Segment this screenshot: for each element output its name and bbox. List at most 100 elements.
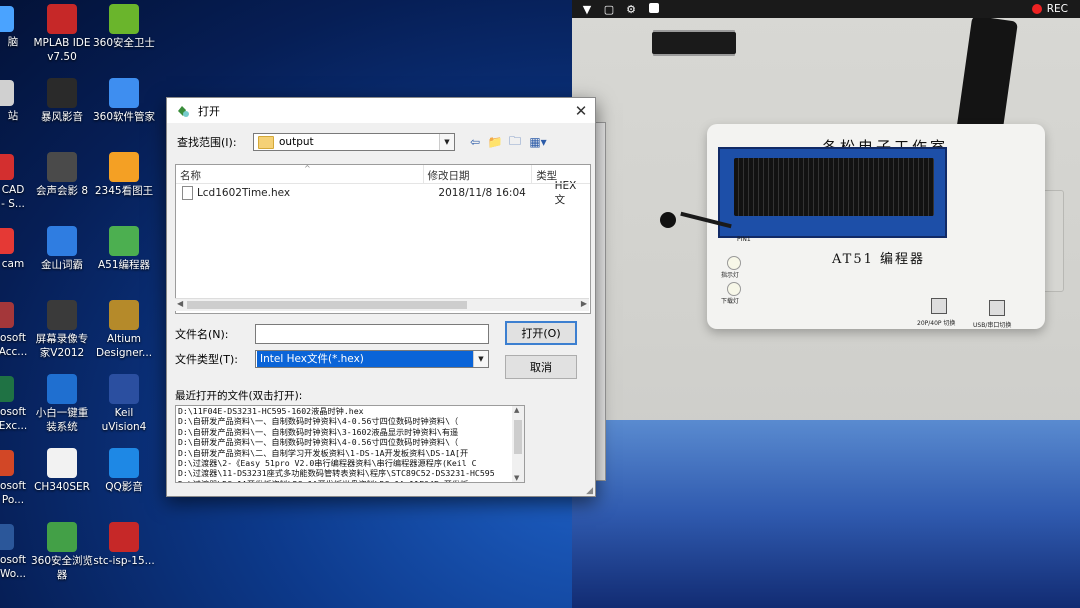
app-icon xyxy=(0,524,14,550)
scroll-down-icon[interactable]: ▼ xyxy=(514,474,519,482)
serial-connector xyxy=(1042,190,1064,292)
desktop-icon[interactable]: 360安全卫士 xyxy=(83,4,165,50)
recent-file-item[interactable]: D:\自研发产品资料\一、自制数码时钟资料\4-0.56寸四位数码时钟资料\（ xyxy=(176,416,524,426)
scroll-thumb[interactable] xyxy=(187,301,467,309)
record-button[interactable] xyxy=(646,2,662,16)
app-icon xyxy=(47,374,77,404)
rec-label: REC xyxy=(1046,3,1068,15)
zif-lever-knob xyxy=(660,212,676,228)
desktop-icon-label: CAD - S... xyxy=(1,184,25,210)
filename-input[interactable] xyxy=(255,324,489,344)
desktop-icon[interactable]: osoft Wo... xyxy=(0,524,28,581)
folder-icon xyxy=(258,135,274,149)
dropdown-icon[interactable]: ▼ xyxy=(580,3,594,16)
desktop-icon[interactable]: osoft Po... xyxy=(0,450,28,507)
app-icon xyxy=(47,4,77,34)
desktop-icon-label: 360软件管家 xyxy=(92,111,156,123)
desktop-icon[interactable]: 2345看图王 xyxy=(83,152,165,198)
rec-dot-icon xyxy=(1031,4,1042,14)
up-folder-icon[interactable]: 📁 xyxy=(485,134,505,150)
desktop-icon[interactable]: osoft Exc... xyxy=(0,376,28,433)
gear-icon[interactable]: ⚙ xyxy=(624,3,638,16)
chevron-down-icon: ▼ xyxy=(439,134,454,150)
desktop-wallpaper-reflection xyxy=(572,420,1080,608)
desktop-icon[interactable]: 脑 xyxy=(0,6,28,49)
camera-view: 冬松电子工作室 PIN1 指示灯 下载灯 AT51 编程器 20P/40P 切换… xyxy=(572,0,1080,608)
app-icon xyxy=(0,450,14,476)
recent-file-item[interactable]: D:\过渡器\11-DS3231座式多功能数码管转表资料\程序\STC89C52… xyxy=(176,468,524,478)
sort-caret-icon: ^ xyxy=(304,164,311,173)
desktop-icon[interactable]: 360软件管家 xyxy=(83,78,165,124)
desktop-icon[interactable]: stc-isp-15... xyxy=(83,522,165,568)
desktop-icon[interactable]: QQ影音 xyxy=(83,448,165,494)
desktop-icon-label: Altium Designer... xyxy=(95,333,153,359)
window-icon[interactable]: ▢ xyxy=(602,3,616,16)
desktop-icon[interactable]: CAD - S... xyxy=(0,154,28,211)
recent-file-item[interactable]: D:\过渡器\DS-1A开发板资料\DS-1A开发板光盘资料\DS-1A 11F… xyxy=(176,479,524,482)
back-icon[interactable]: ⇦ xyxy=(465,134,485,150)
app-icon xyxy=(109,78,139,108)
recent-files-list[interactable]: D:\11F04E-DS3231-HC595-1602液晶时钟.hex D:\自研… xyxy=(175,405,525,483)
file-rows: Lcd1602Time.hex 2018/11/8 16:04 HEX 文 xyxy=(176,180,590,206)
desktop-icon-label: osoft Wo... xyxy=(0,554,27,580)
desktop-icon-label: A51编程器 xyxy=(97,259,151,271)
recent-file-item[interactable]: D:\过渡器\2-《Easy 51pro V2.0串行编程器资料\串行编程器源程… xyxy=(176,458,524,468)
scroll-thumb[interactable] xyxy=(514,420,522,454)
new-folder-icon[interactable]: 🗀 xyxy=(505,134,525,150)
mode-switch-label: 20P/40P 切换 xyxy=(917,320,956,327)
desktop-icon[interactable]: 站 xyxy=(0,80,28,123)
recent-file-item[interactable]: D:\自研发产品资料\二、自制学习开发板资料\1-DS-1A开发板资料\DS-1… xyxy=(176,448,524,458)
app-icon xyxy=(47,448,77,478)
recent-vertical-scrollbar[interactable]: ▲ ▼ xyxy=(512,406,524,482)
scroll-right-icon[interactable]: ▶ xyxy=(581,299,587,308)
desktop-icon[interactable]: cam xyxy=(0,228,28,271)
scroll-left-icon[interactable]: ◀ xyxy=(177,299,183,308)
desktop-icon[interactable]: A51编程器 xyxy=(83,226,165,272)
recent-file-item[interactable]: D:\11F04E-DS3231-HC595-1602液晶时钟.hex xyxy=(176,406,524,416)
app-icon xyxy=(109,4,139,34)
open-button[interactable]: 打开(O) xyxy=(505,321,577,345)
resize-grip-icon[interactable]: ◢ xyxy=(586,486,593,496)
file-list[interactable]: 名称 修改日期 类型 ^ Lcd1602Time.hex 2018/11/8 16… xyxy=(175,164,591,314)
horizontal-scrollbar[interactable]: ◀ ▶ xyxy=(175,298,589,311)
desktop-icon[interactable]: Keil uVision4 xyxy=(83,374,165,434)
app-icon xyxy=(109,522,139,552)
recent-file-item[interactable]: D:\自研发产品资料\一、自制数码时钟资料\3-1602液晶显示时钟资料\有遥 xyxy=(176,427,524,437)
dialog-titlebar[interactable]: 打开 ✕ xyxy=(167,98,595,123)
recent-file-item[interactable]: D:\自研发产品资料\一、自制数码时钟资料\4-0.56寸四位数码时钟资料\（ xyxy=(176,437,524,447)
app-icon xyxy=(0,302,14,328)
recent-label: 最近打开的文件(双击打开): xyxy=(175,390,303,402)
scroll-up-icon[interactable]: ▲ xyxy=(514,406,519,414)
close-icon[interactable]: ✕ xyxy=(567,102,595,120)
desktop-icon-label: 360安全卫士 xyxy=(92,37,156,49)
view-menu-icon[interactable]: ▦▾ xyxy=(525,134,551,150)
desktop-icon-label: osoft Po... xyxy=(0,480,26,506)
app-icon xyxy=(0,376,14,402)
column-type[interactable]: 类型 xyxy=(532,165,590,183)
desktop-icon[interactable]: osoft Acc... xyxy=(0,302,28,359)
chevron-down-icon: ▼ xyxy=(473,351,488,367)
zif-socket xyxy=(734,158,934,216)
desktop-icon-label: 脑 xyxy=(7,36,19,48)
filetype-combo[interactable]: Intel Hex文件(*.hex) ▼ xyxy=(255,350,489,368)
desktop-icon[interactable]: Altium Designer... xyxy=(83,300,165,360)
app-icon xyxy=(0,6,14,32)
indicator-led xyxy=(727,256,741,270)
dialog-title: 打开 xyxy=(198,104,220,118)
port-switch xyxy=(989,300,1005,316)
file-list-header: 名称 修改日期 类型 ^ xyxy=(176,165,590,184)
app-icon xyxy=(0,154,14,180)
cancel-button[interactable]: 取消 xyxy=(505,355,577,379)
app-icon xyxy=(47,522,77,552)
lookin-combo[interactable]: output ▼ xyxy=(253,133,455,151)
usb-cable xyxy=(956,15,1018,139)
filetype-label: 文件类型(T): xyxy=(175,353,239,366)
rec-indicator[interactable]: REC xyxy=(1031,3,1068,15)
file-row[interactable]: Lcd1602Time.hex 2018/11/8 16:04 HEX 文 xyxy=(176,180,590,206)
programmer-board: 冬松电子工作室 PIN1 指示灯 下载灯 AT51 编程器 20P/40P 切换… xyxy=(707,124,1045,329)
app-icon xyxy=(47,300,77,330)
pin1-label: PIN1 xyxy=(737,236,751,243)
desktop-icon-label: 站 xyxy=(7,110,19,122)
column-date[interactable]: 修改日期 xyxy=(424,165,533,183)
column-name[interactable]: 名称 xyxy=(176,165,424,183)
